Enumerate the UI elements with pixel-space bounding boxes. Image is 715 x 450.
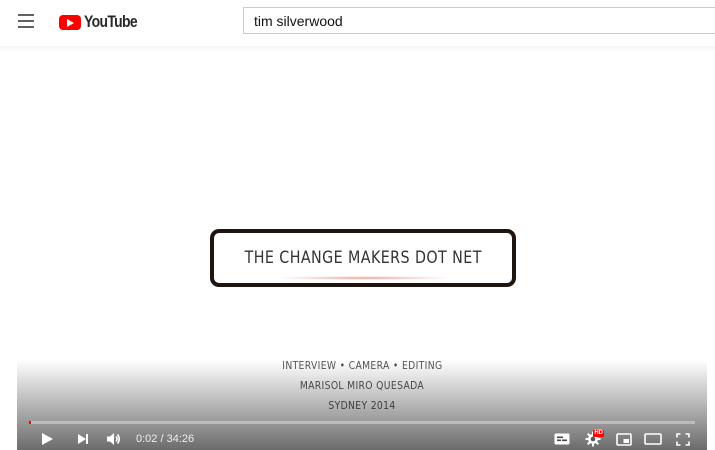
title-card-text: THE CHANGE MAKERS DOT NET [244, 248, 482, 268]
next-button[interactable] [75, 428, 91, 450]
youtube-play-logo-icon [59, 14, 81, 30]
current-time: 0:02 [136, 433, 158, 445]
masthead: YouTube [0, 0, 715, 46]
time-display: 0:02 / 34:26 [136, 428, 194, 450]
masthead-divider [0, 46, 715, 52]
subtitles-icon [554, 433, 570, 445]
title-card: THE CHANGE MAKERS DOT NET [210, 229, 516, 287]
credit-line-location: SYDNEY 2014 [328, 399, 396, 412]
hamburger-menu-icon[interactable] [18, 14, 34, 28]
time-separator: / [157, 433, 167, 445]
fullscreen-button[interactable] [673, 428, 693, 450]
volume-icon [107, 433, 121, 445]
hd-badge: HD [593, 430, 604, 437]
video-credits: INTERVIEW • CAMERA • EDITING MARISOL MIR… [17, 356, 707, 416]
search-box[interactable] [243, 7, 715, 34]
miniplayer-icon [616, 432, 632, 446]
progress-played [29, 421, 31, 424]
video-player[interactable]: THE CHANGE MAKERS DOT NET INTERVIEW • CA… [17, 56, 707, 450]
settings-button[interactable]: HD [582, 428, 604, 450]
subtitles-button[interactable] [552, 428, 572, 450]
credit-line-name: MARISOL MIRO QUESADA [299, 379, 425, 392]
player-controls: 0:02 / 34:26 HD [17, 428, 707, 450]
miniplayer-button[interactable] [614, 428, 634, 450]
play-icon [41, 433, 53, 445]
youtube-logo[interactable]: YouTube [59, 12, 149, 32]
play-button[interactable] [39, 428, 55, 450]
theater-mode-button[interactable] [642, 428, 664, 450]
theater-mode-icon [644, 433, 662, 445]
volume-button[interactable] [104, 428, 124, 450]
credit-line-roles: INTERVIEW • CAMERA • EDITING [281, 359, 443, 372]
next-icon [78, 434, 88, 444]
logo-text: YouTube [84, 12, 138, 31]
duration: 34:26 [166, 433, 195, 445]
progress-bar[interactable] [29, 421, 695, 424]
fullscreen-icon [676, 432, 690, 446]
search-input[interactable] [244, 8, 715, 33]
